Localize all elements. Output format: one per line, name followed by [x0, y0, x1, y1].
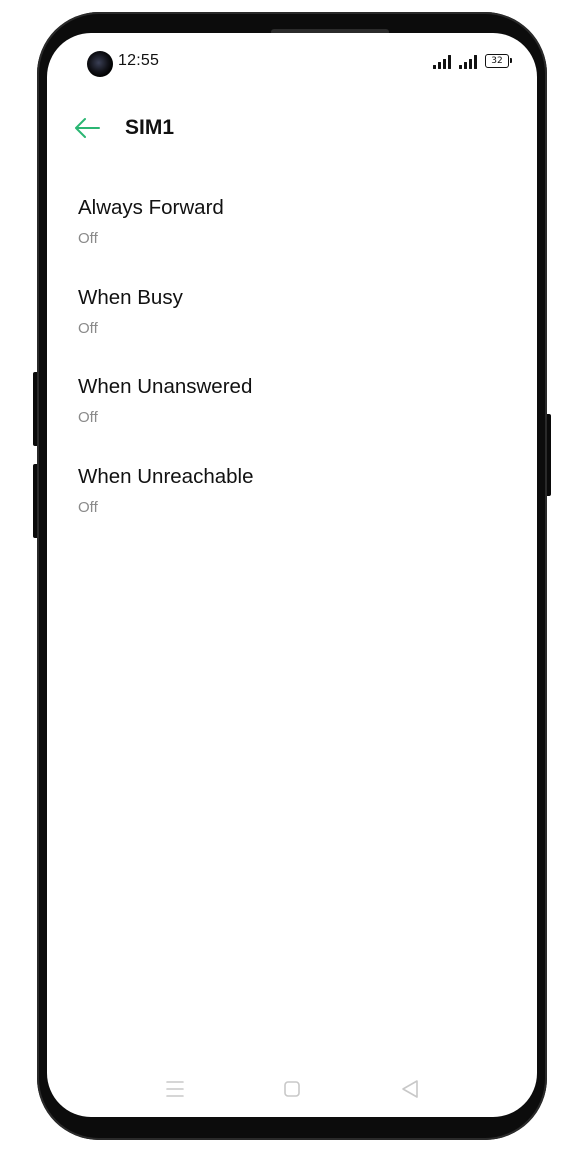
item-status: Off	[78, 498, 98, 516]
screen: 12:55 32 SIM1 Always Forward Off When Bu…	[47, 33, 537, 1117]
item-title: When Unanswered	[78, 375, 253, 398]
home-square-icon[interactable]	[280, 1077, 304, 1101]
item-title: When Unreachable	[78, 464, 254, 488]
menu-icon[interactable]	[163, 1077, 187, 1101]
front-camera	[87, 51, 113, 77]
battery-icon: 32	[485, 54, 512, 68]
arrow-left-icon[interactable]	[73, 115, 101, 141]
device-mockup: 12:55 32 SIM1 Always Forward Off When Bu…	[0, 0, 574, 1158]
navigation-bar	[47, 1067, 537, 1117]
status-icons: 32	[433, 53, 512, 69]
battery-level: 32	[491, 55, 503, 66]
item-title: Always Forward	[78, 196, 224, 219]
signal-sim2-icon	[459, 55, 477, 69]
item-status: Off	[78, 409, 98, 426]
list-item-when-unanswered[interactable]: When Unanswered Off	[47, 362, 537, 452]
list-item-when-busy[interactable]: When Busy Off	[47, 273, 537, 363]
status-time: 12:55	[118, 52, 160, 69]
item-title: When Busy	[78, 285, 183, 309]
signal-sim1-icon	[433, 55, 451, 69]
list-item-always-forward[interactable]: Always Forward Off	[47, 183, 537, 273]
call-forwarding-list: Always Forward Off When Busy Off When Un…	[47, 183, 537, 541]
page-title: SIM1	[125, 116, 175, 139]
app-header: SIM1	[47, 103, 537, 153]
status-bar: 12:55 32	[47, 33, 537, 91]
item-status: Off	[78, 319, 98, 337]
back-triangle-icon[interactable]	[398, 1077, 422, 1101]
item-status: Off	[78, 230, 98, 247]
list-item-when-unreachable[interactable]: When Unreachable Off	[47, 452, 537, 542]
